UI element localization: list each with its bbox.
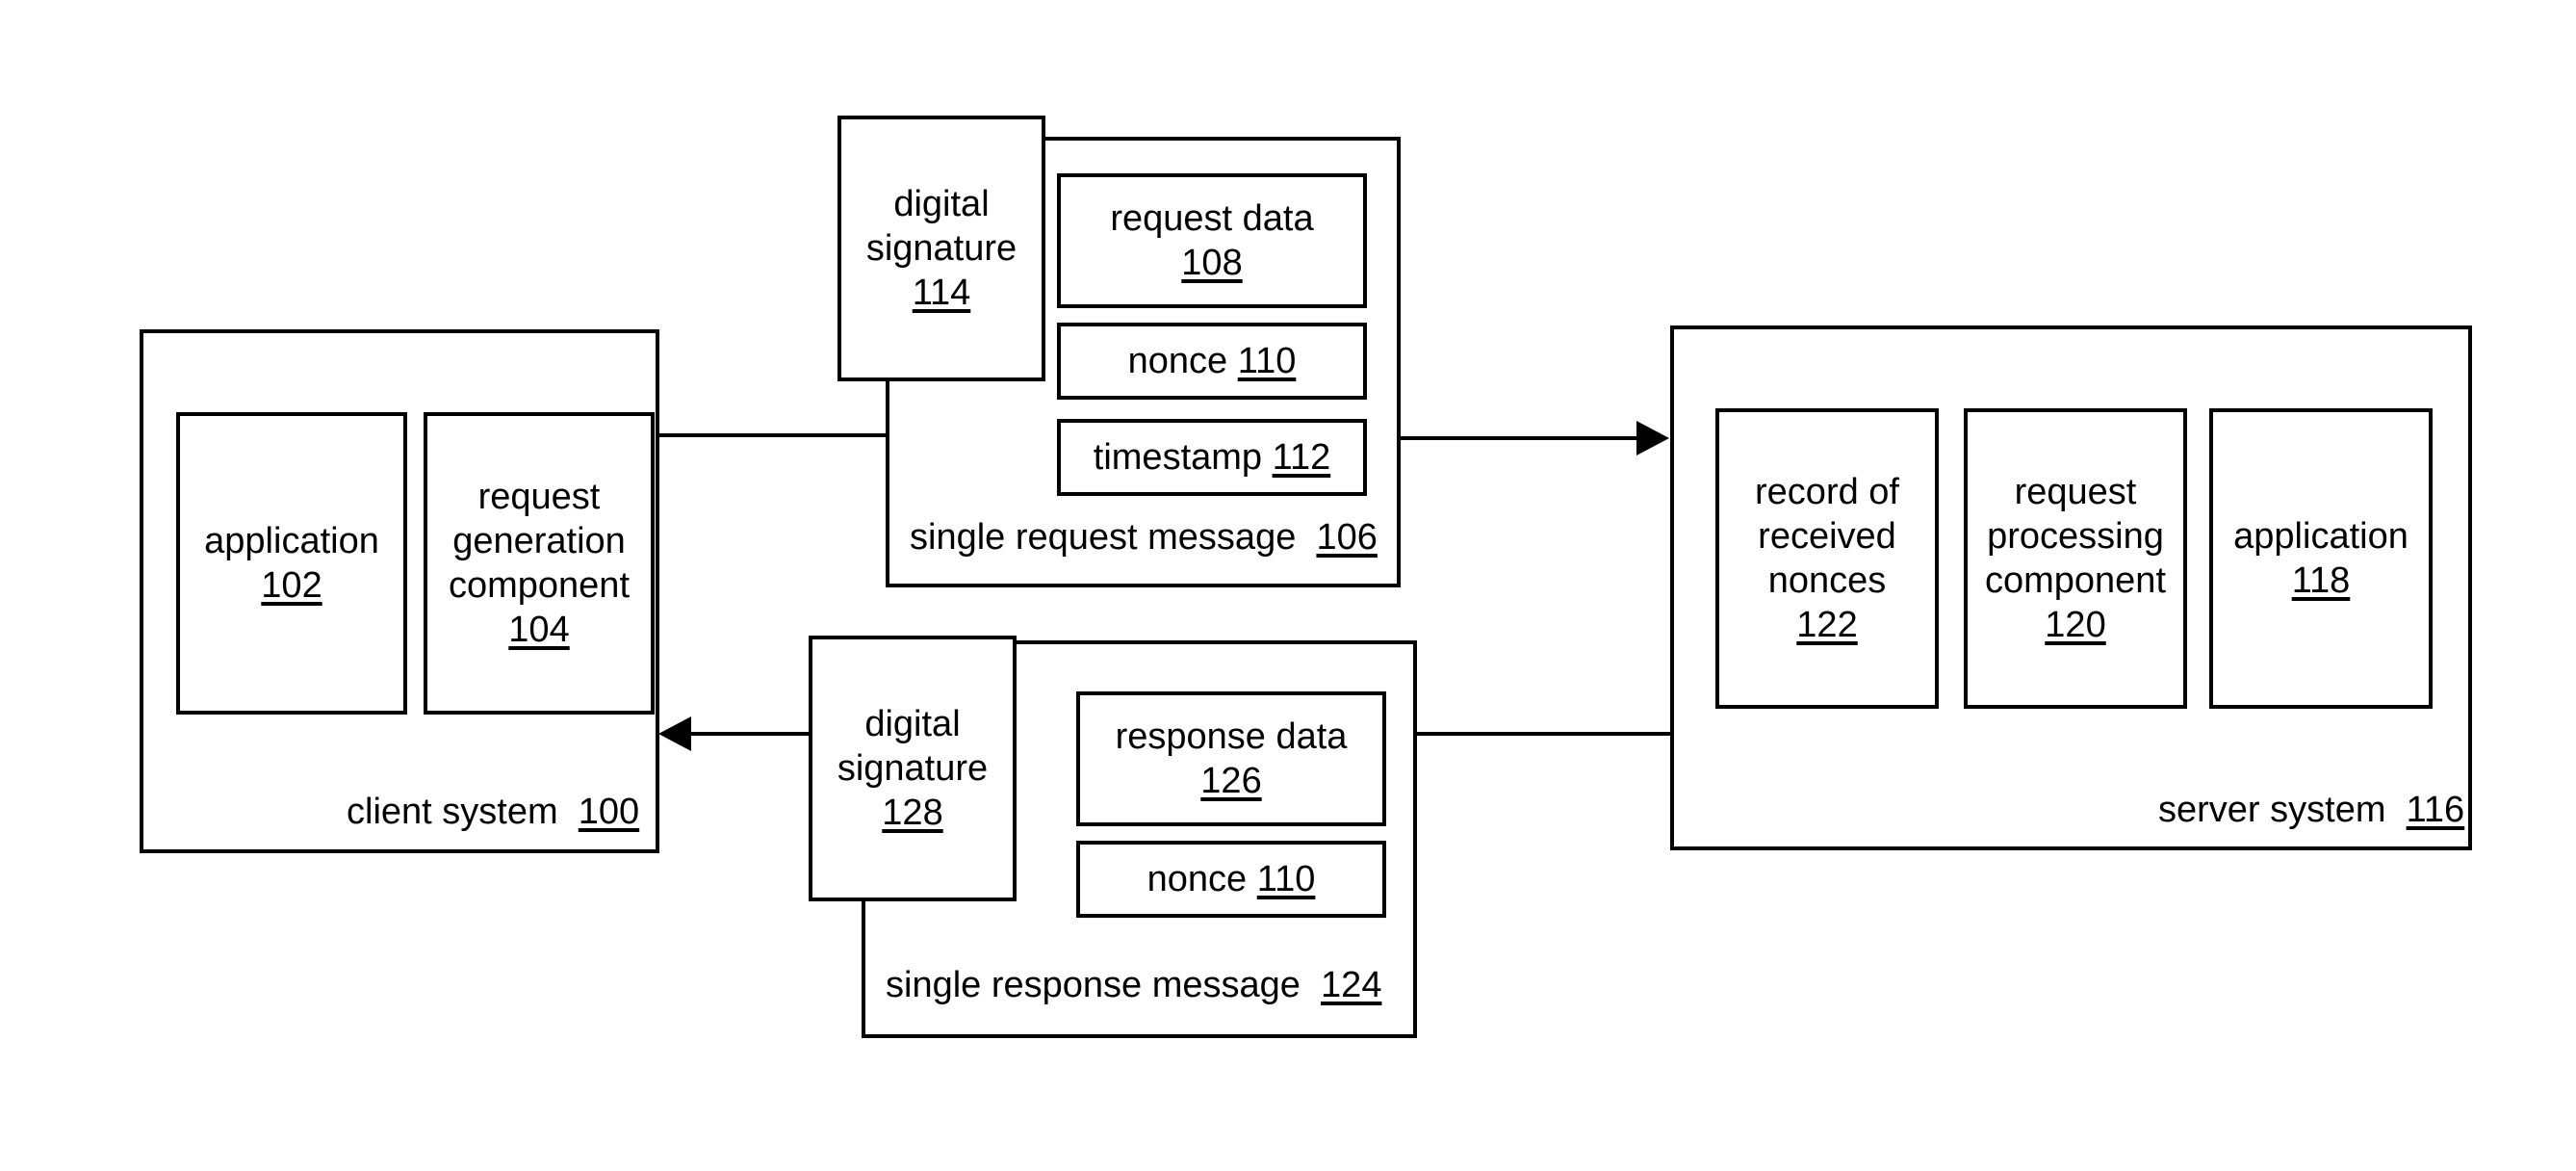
request-data-text: request data — [1110, 198, 1314, 239]
client-application-text: application — [204, 521, 379, 561]
arrowhead-to-server — [1636, 421, 1669, 455]
request-generation-component-label: request generation component 104 — [424, 412, 655, 715]
request-data-label: request data 108 — [1057, 173, 1367, 308]
response-digital-signature-label: digital signature 128 — [809, 636, 1017, 901]
connector-client-to-request-message — [657, 433, 889, 437]
server-system-text: server system — [2158, 790, 2386, 830]
request-timestamp-label: timestamp 112 — [1057, 419, 1367, 496]
response-data-text: response data — [1115, 716, 1348, 757]
record-of-received-nonces-ref: 122 — [1796, 605, 1858, 645]
request-processing-component-label: request processing component 120 — [1964, 408, 2187, 709]
connector-server-to-response-message — [1415, 732, 1673, 736]
request-timestamp-text: timestamp — [1093, 437, 1263, 478]
request-digital-signature-ref: 114 — [912, 273, 971, 313]
response-digital-signature-text: digital signature — [837, 704, 989, 789]
request-processing-component-ref: 120 — [2045, 605, 2106, 645]
client-system-ref: 100 — [578, 792, 640, 832]
single-response-message-text: single response message — [886, 965, 1301, 1005]
server-application-label: application 118 — [2209, 408, 2433, 709]
request-digital-signature-text: digital signature — [865, 184, 1018, 269]
client-system-caption: client system 100 — [347, 790, 639, 834]
patent-figure: application 102 request generation compone… — [0, 0, 2576, 1171]
client-system-text: client system — [347, 792, 558, 832]
arrowhead-to-client — [658, 716, 691, 751]
request-processing-component-text: request processing component — [1984, 472, 2166, 601]
record-of-received-nonces-text: record of received nonces — [1755, 472, 1899, 601]
record-of-received-nonces-label: record of received nonces 122 — [1715, 408, 1939, 709]
client-application-label: application 102 — [176, 412, 407, 715]
server-application-ref: 118 — [2291, 560, 2351, 601]
single-response-message-caption: single response message 124 — [886, 963, 1381, 1007]
server-system-caption: server system 116 — [2158, 788, 2464, 832]
response-nonce-label: nonce 110 — [1076, 841, 1386, 918]
server-system-ref: 116 — [2406, 790, 2465, 830]
response-nonce-ref: 110 — [1256, 859, 1316, 899]
client-application-ref: 102 — [261, 565, 322, 606]
request-digital-signature-label: digital signature 114 — [837, 116, 1045, 381]
request-nonce-ref: 110 — [1237, 341, 1297, 381]
single-request-message-text: single request message — [910, 517, 1297, 558]
request-generation-component-ref: 104 — [508, 610, 570, 650]
single-request-message-caption: single request message 106 — [910, 515, 1378, 559]
response-data-ref: 126 — [1200, 761, 1262, 801]
response-digital-signature-ref: 128 — [882, 793, 943, 833]
request-nonce-label: nonce 110 — [1057, 323, 1367, 400]
single-response-message-ref: 124 — [1321, 965, 1382, 1005]
response-nonce-text: nonce — [1146, 859, 1248, 899]
server-application-text: application — [2233, 516, 2409, 557]
request-timestamp-ref: 112 — [1272, 437, 1331, 478]
request-generation-component-text: request generation component — [448, 477, 630, 606]
single-request-message-ref: 106 — [1316, 517, 1378, 558]
request-data-ref: 108 — [1181, 243, 1243, 283]
response-data-label: response data 126 — [1076, 691, 1386, 826]
connector-request-message-to-server — [1399, 436, 1639, 440]
request-nonce-text: nonce — [1127, 341, 1228, 381]
